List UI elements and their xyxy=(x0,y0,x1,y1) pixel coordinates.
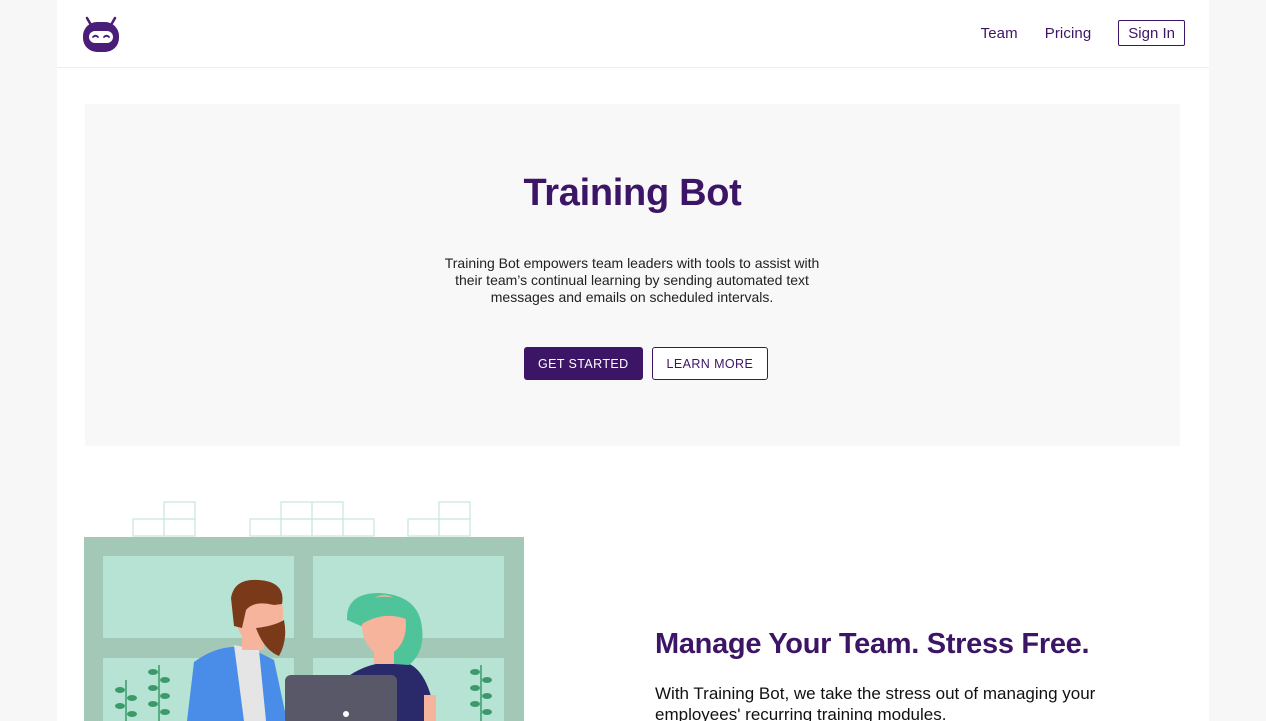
site-header: Team Pricing Sign In xyxy=(57,0,1209,68)
hero-section: Training Bot Training Bot empowers team … xyxy=(85,104,1180,446)
learn-more-button[interactable]: LEARN MORE xyxy=(651,347,769,380)
team-illustration xyxy=(84,501,524,721)
feature-title: Manage Your Team. Stress Free. xyxy=(655,628,1090,660)
robot-logo-icon[interactable] xyxy=(81,14,121,54)
hero-buttons: GET STARTED LEARN MORE xyxy=(524,347,769,380)
nav-link-pricing[interactable]: Pricing xyxy=(1045,25,1092,42)
hero-description: Training Bot empowers team leaders with … xyxy=(444,255,820,305)
feature-description: With Training Bot, we take the stress ou… xyxy=(655,684,1096,721)
get-started-button[interactable]: GET STARTED xyxy=(524,347,643,380)
nav-link-team[interactable]: Team xyxy=(981,25,1018,42)
hero-title: Training Bot xyxy=(523,172,742,214)
page: Team Pricing Sign In Training Bot Traini… xyxy=(57,0,1209,721)
sign-in-button[interactable]: Sign In xyxy=(1118,20,1185,46)
main-nav: Team Pricing Sign In xyxy=(981,20,1185,46)
